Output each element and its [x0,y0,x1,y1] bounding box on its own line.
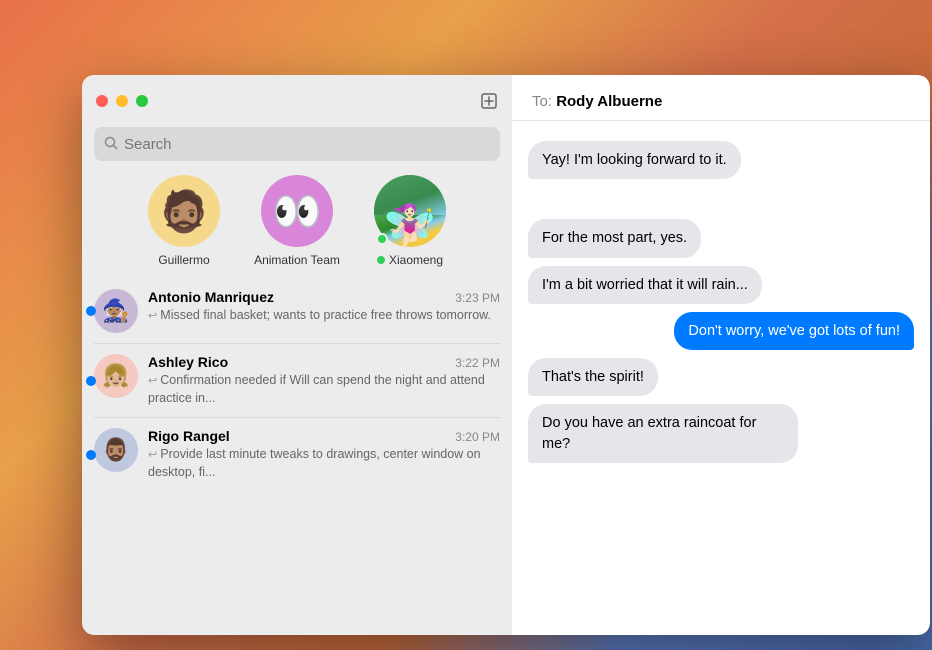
reply-icon-rigo: ↩ [148,449,160,461]
time-rigo: 3:20 PM [455,430,500,444]
message-item-ashley[interactable]: 👧🏼 Ashley Rico 3:22 PM ↩ Confirmation ne… [82,344,512,417]
pinned-contact-animation-team[interactable]: 👀 Animation Team [250,175,345,267]
bubble-row-1: Yay! I'm looking forward to it. [528,141,914,179]
avatar-wrap-xiaomeng: 🧚🏻‍♀️ [374,175,446,247]
sender-rigo: Rigo Rangel [148,428,230,444]
fullscreen-button[interactable] [136,95,148,107]
compose-button[interactable] [480,92,498,110]
sender-antonio: Antonio Manriquez [148,289,274,305]
unread-dot-antonio [86,306,96,316]
bubble-row-5: That's the spirit! [528,358,914,396]
bubble-6: Do you have an extra raincoat for me? [528,404,798,463]
search-icon [104,136,118,153]
chat-panel: To: Rody Albuerne Yay! I'm looking forwa… [512,75,930,635]
bubble-row-6: Do you have an extra raincoat for me? [528,404,914,463]
unread-dot-ashley [86,376,96,386]
avatar-ashley: 👧🏼 [94,354,138,398]
search-input[interactable] [124,136,490,153]
message-list: 🧙🏽 Antonio Manriquez 3:23 PM ↩ Missed fi… [82,279,512,635]
to-label: To: [532,93,552,110]
online-dot-label [377,256,385,264]
pinned-contact-xiaomeng[interactable]: 🧚🏻‍♀️ Xiaomeng [363,175,458,267]
spacer-1 [528,187,914,211]
messages-window: 🧔🏽 Guillermo 👀 Animation Team [82,75,930,635]
bubble-2: For the most part, yes. [528,219,701,257]
avatar-wrap-guillermo: 🧔🏽 [148,175,220,247]
bubble-4: Don't worry, we've got lots of fun! [674,312,914,350]
contact-name-animation-team: Animation Team [254,253,340,267]
sender-ashley: Ashley Rico [148,354,228,370]
chat-recipient: Rody Albuerne [556,93,662,110]
reply-icon-antonio: ↩ [148,310,160,322]
online-indicator-xiaomeng [376,233,388,245]
msg-content-ashley: Ashley Rico 3:22 PM ↩ Confirmation neede… [148,354,500,407]
avatar-wrap-animation-team: 👀 [261,175,333,247]
msg-content-rigo: Rigo Rangel 3:20 PM ↩ Provide last minut… [148,428,500,481]
minimize-button[interactable] [116,95,128,107]
pinned-contacts: 🧔🏽 Guillermo 👀 Animation Team [82,171,512,279]
bubble-row-3: I'm a bit worried that it will rain... [528,266,914,304]
time-antonio: 3:23 PM [455,291,500,305]
close-button[interactable] [96,95,108,107]
contact-name-xiaomeng: Xiaomeng [377,253,443,267]
message-item-antonio[interactable]: 🧙🏽 Antonio Manriquez 3:23 PM ↩ Missed fi… [82,279,512,343]
msg-content-antonio: Antonio Manriquez 3:23 PM ↩ Missed final… [148,289,500,325]
avatar-rigo: 🧔🏽‍♂️ [94,428,138,472]
avatar-antonio: 🧙🏽 [94,289,138,333]
avatar-animation-team: 👀 [261,175,333,247]
preview-ashley: ↩ Confirmation needed if Will can spend … [148,372,500,407]
chat-header: To: Rody Albuerne [512,75,930,121]
bubble-5: That's the spirit! [528,358,658,396]
bubble-row-2: For the most part, yes. [528,219,914,257]
reply-icon-ashley: ↩ [148,375,160,387]
sidebar: 🧔🏽 Guillermo 👀 Animation Team [82,75,512,635]
pinned-contact-guillermo[interactable]: 🧔🏽 Guillermo [137,175,232,267]
search-bar[interactable] [94,127,500,161]
preview-antonio: ↩ Missed final basket; wants to practice… [148,307,500,325]
titlebar [82,75,512,127]
avatar-guillermo: 🧔🏽 [148,175,220,247]
message-item-rigo[interactable]: 🧔🏽‍♂️ Rigo Rangel 3:20 PM ↩ Provide last… [82,418,512,491]
time-ashley: 3:22 PM [455,356,500,370]
bubble-row-4: Don't worry, we've got lots of fun! [528,312,914,350]
bubble-1: Yay! I'm looking forward to it. [528,141,741,179]
unread-dot-rigo [86,450,96,460]
chat-messages: Yay! I'm looking forward to it. For the … [512,121,930,635]
bubble-3: I'm a bit worried that it will rain... [528,266,762,304]
contact-name-guillermo: Guillermo [158,253,209,267]
preview-rigo: ↩ Provide last minute tweaks to drawings… [148,446,500,481]
